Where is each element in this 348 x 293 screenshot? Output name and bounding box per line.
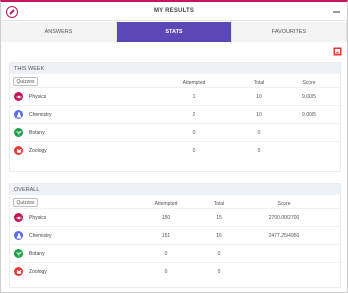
quizzes-button[interactable]: Quizzes bbox=[13, 198, 38, 207]
table-row[interactable]: Botany 0 0 bbox=[10, 123, 340, 141]
tab-stats[interactable]: STATS bbox=[117, 22, 232, 42]
subject-name: Physics bbox=[29, 94, 47, 100]
tab-answers[interactable]: ANSWERS bbox=[1, 22, 117, 42]
subject-name: Chemistry bbox=[29, 112, 52, 118]
column-total: Total bbox=[213, 201, 225, 207]
botany-icon bbox=[14, 249, 23, 258]
attempted-value: 0 bbox=[192, 148, 196, 154]
attempted-value: 0 bbox=[164, 269, 168, 275]
physics-icon bbox=[14, 213, 23, 222]
attempted-value: 150 bbox=[161, 215, 171, 221]
section-title: THIS WEEK bbox=[10, 63, 340, 74]
total-value: 15 bbox=[216, 215, 222, 221]
score-value: 2700.00/2700 bbox=[268, 215, 300, 221]
total-value: 0 bbox=[257, 130, 261, 136]
total-value: 0 bbox=[217, 269, 221, 275]
subject-name: Zoology bbox=[29, 269, 47, 275]
botany-icon bbox=[14, 128, 23, 137]
subject-name: Botany bbox=[29, 251, 45, 257]
minimize-icon[interactable] bbox=[333, 11, 340, 13]
tab-favourites[interactable]: FAVOURITES bbox=[232, 22, 347, 42]
table-row[interactable]: Physics 1 10 9.00/5 bbox=[10, 87, 340, 105]
quizzes-button[interactable]: Quizzes bbox=[13, 77, 38, 86]
export-icon[interactable] bbox=[333, 47, 342, 56]
column-attempted: Attempted bbox=[154, 201, 178, 207]
column-attempted: Attempted bbox=[182, 80, 206, 86]
physics-icon bbox=[14, 92, 23, 101]
panel-title: MY RESULTS bbox=[153, 8, 195, 14]
table-row[interactable]: Botany 0 0 bbox=[10, 244, 340, 262]
chemistry-icon bbox=[14, 231, 23, 240]
column-total: Total bbox=[253, 80, 265, 86]
this-week-section: THIS WEEK Quizzes Attempted Total Score … bbox=[9, 62, 341, 172]
total-value: 0 bbox=[257, 148, 261, 154]
score-value: 9.00/5 bbox=[302, 112, 316, 118]
total-value: 0 bbox=[217, 251, 221, 257]
column-score: Score bbox=[277, 201, 291, 207]
score-value: 9.00/5 bbox=[302, 94, 316, 100]
subject-name: Zoology bbox=[29, 148, 47, 154]
table-row[interactable]: Chemistry 2 10 9.00/5 bbox=[10, 105, 340, 123]
zoology-icon bbox=[14, 267, 23, 276]
table-row[interactable]: Chemistry 151 16 2477.25/4950 bbox=[10, 226, 340, 244]
subject-name: Chemistry bbox=[29, 233, 52, 239]
attempted-value: 0 bbox=[192, 130, 196, 136]
table-row[interactable]: Physics 150 15 2700.00/2700 bbox=[10, 208, 340, 226]
subject-name: Physics bbox=[29, 215, 47, 221]
overall-section: OVERALL Quizzes Attempted Total Score Ph… bbox=[9, 183, 341, 288]
tab-bar: ANSWERS STATS FAVOURITES bbox=[1, 22, 347, 42]
chemistry-icon bbox=[14, 110, 23, 119]
total-value: 16 bbox=[216, 233, 222, 239]
attempted-value: 0 bbox=[164, 251, 168, 257]
attempted-value: 2 bbox=[192, 112, 196, 118]
score-value: 2477.25/4950 bbox=[268, 233, 300, 239]
attempted-value: 151 bbox=[161, 233, 171, 239]
column-score: Score bbox=[302, 80, 316, 86]
table-row[interactable]: Zoology 0 0 bbox=[10, 262, 340, 280]
zoology-icon bbox=[14, 146, 23, 155]
attempted-value: 1 bbox=[192, 94, 196, 100]
section-title: OVERALL bbox=[10, 184, 340, 195]
results-panel: MY RESULTS ANSWERS STATS FAVOURITES THIS… bbox=[0, 0, 348, 293]
table-row[interactable]: Zoology 0 0 bbox=[10, 141, 340, 159]
total-value: 10 bbox=[256, 112, 262, 118]
panel-header: MY RESULTS bbox=[1, 2, 347, 21]
column-header-row: Quizzes Attempted Total Score bbox=[10, 74, 340, 87]
total-value: 10 bbox=[256, 94, 262, 100]
subject-name: Botany bbox=[29, 130, 45, 136]
column-header-row: Quizzes Attempted Total Score bbox=[10, 195, 340, 208]
